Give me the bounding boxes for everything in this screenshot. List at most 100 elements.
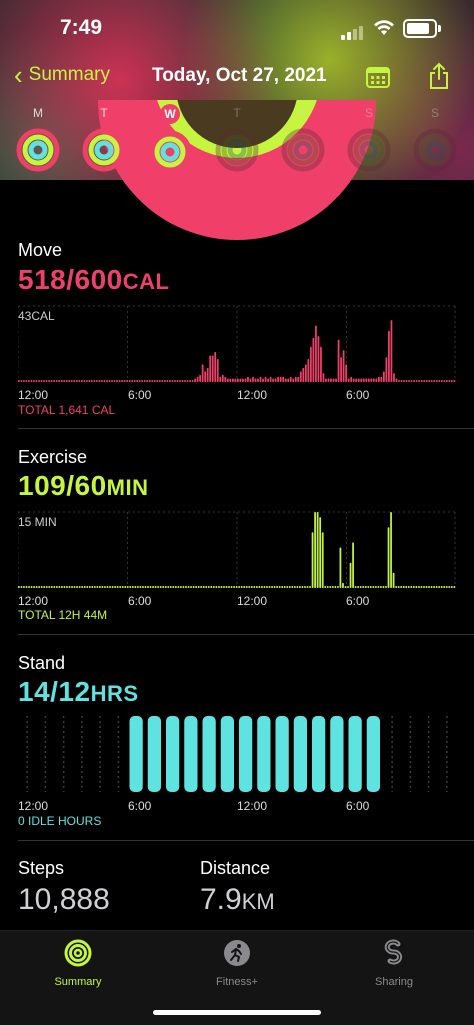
time-tick: 6:00	[346, 799, 370, 813]
day-label: T	[233, 106, 241, 120]
move-chart-bar	[131, 380, 134, 382]
page-title: Today, Oct 27, 2021	[152, 65, 327, 86]
exercise-chart-bar	[187, 586, 190, 588]
move-chart-bar	[23, 380, 25, 382]
stand-chart-bar	[312, 716, 326, 792]
exercise-chart-bar	[104, 586, 106, 588]
exercise-chart-bar	[149, 586, 152, 588]
exercise-chart-bar	[106, 586, 109, 588]
move-chart-bar	[269, 376, 272, 382]
day-sunday[interactable]: S	[413, 104, 457, 172]
exercise-chart-bar	[410, 586, 413, 588]
move-chart-bar	[78, 380, 81, 382]
move-chart-bar	[357, 378, 360, 382]
move-chart-bar	[440, 380, 443, 382]
move-chart-bar	[377, 376, 380, 382]
move-chart-bar	[237, 378, 239, 382]
exercise-chart-bar	[407, 586, 410, 588]
exercise-chart-bar	[195, 586, 197, 588]
day-monday[interactable]: M	[16, 104, 60, 172]
move-chart-bar	[186, 380, 189, 382]
stand-value: 14/12HRS	[18, 676, 139, 708]
move-chart-bar	[274, 378, 277, 382]
move-chart-bar	[161, 380, 164, 382]
exercise-chart-bar	[109, 586, 111, 588]
move-chart-bar	[337, 339, 340, 382]
steps-stat: Steps 10,888	[18, 858, 110, 917]
tab-label: Sharing	[375, 976, 413, 988]
exercise-chart-bar	[377, 586, 380, 588]
tab-summary[interactable]: Summary	[28, 939, 128, 988]
tab-label: Fitness+	[216, 976, 258, 988]
activity-rings-icon	[16, 128, 60, 172]
exercise-chart-bar	[369, 586, 372, 588]
move-chart-bar	[272, 378, 274, 382]
day-wednesday[interactable]: W	[148, 104, 192, 174]
move-chart-bar	[342, 350, 345, 382]
exercise-chart-bar	[142, 586, 144, 588]
day-label: S	[430, 106, 439, 120]
stand-chart-bar	[129, 716, 143, 792]
day-friday[interactable]: F	[281, 104, 325, 172]
move-chart-bar	[320, 346, 322, 382]
tab-fitness-plus[interactable]: Fitness+	[187, 939, 287, 988]
exercise-chart-bar	[288, 586, 291, 588]
move-chart-bar	[91, 380, 93, 382]
move-chart-bar	[428, 380, 431, 382]
exercise-chart-bar	[438, 586, 441, 588]
move-chart-bar	[231, 378, 234, 382]
exercise-chart-bar	[50, 586, 53, 588]
move-chart-bar	[60, 380, 63, 382]
exercise-chart-bar	[273, 586, 276, 588]
exercise-chart-bar	[33, 586, 35, 588]
exercise-chart-bar	[334, 586, 337, 588]
exercise-chart-bar	[180, 586, 182, 588]
exercise-chart-bar	[38, 586, 41, 588]
day-tuesday[interactable]: T	[82, 104, 126, 172]
exercise-chart-bar	[387, 527, 390, 588]
exercise-chart-bar	[268, 586, 271, 588]
day-saturday[interactable]: S	[347, 104, 391, 172]
exercise-chart-bar	[266, 586, 268, 588]
move-chart-bar	[330, 378, 332, 382]
move-chart-bar	[450, 380, 453, 382]
move-chart-bar	[287, 378, 290, 382]
exercise-chart-bar	[20, 586, 23, 588]
move-chart-bar	[153, 380, 156, 382]
stand-unit: HRS	[90, 681, 139, 706]
exercise-chart-bar	[291, 586, 294, 588]
time-tick: 6:00	[128, 799, 152, 813]
distance-unit: KM	[241, 889, 275, 914]
move-chart-bar	[158, 380, 161, 382]
move-chart-bar	[184, 380, 186, 382]
back-button[interactable]: ‹ Summary	[14, 62, 110, 88]
activity-rings-icon	[64, 939, 92, 967]
move-chart-bar	[312, 337, 315, 382]
move-chart-bar	[93, 380, 96, 382]
stand-chart-bar	[147, 716, 161, 792]
exercise-chart-bar	[230, 586, 233, 588]
exercise-chart-bar	[296, 586, 299, 588]
share-icon[interactable]	[428, 62, 450, 90]
time-tick: 12:00	[237, 388, 268, 402]
calendar-icon[interactable]	[366, 66, 390, 88]
tab-sharing[interactable]: Sharing	[344, 939, 444, 988]
move-chart-bar	[398, 380, 400, 382]
exercise-chart-bar	[372, 586, 375, 588]
exercise-chart-bar	[428, 586, 430, 588]
exercise-chart-bar	[311, 532, 314, 588]
activity-rings-icon	[413, 128, 457, 172]
move-chart-bar	[284, 378, 287, 382]
move-chart-bar	[405, 380, 408, 382]
move-chart-bar	[194, 378, 196, 382]
stand-value-number: 14/12	[18, 676, 91, 707]
move-chart-bar	[30, 380, 33, 382]
move-chart-bar	[18, 380, 20, 382]
exercise-chart-bar	[319, 517, 322, 588]
exercise-chart-bar	[197, 586, 200, 588]
exercise-chart-bar	[453, 586, 456, 588]
move-chart-bar	[65, 380, 68, 382]
move-chart-bar	[453, 380, 456, 382]
day-thursday[interactable]: T	[215, 104, 259, 172]
move-chart-bar	[350, 376, 353, 382]
